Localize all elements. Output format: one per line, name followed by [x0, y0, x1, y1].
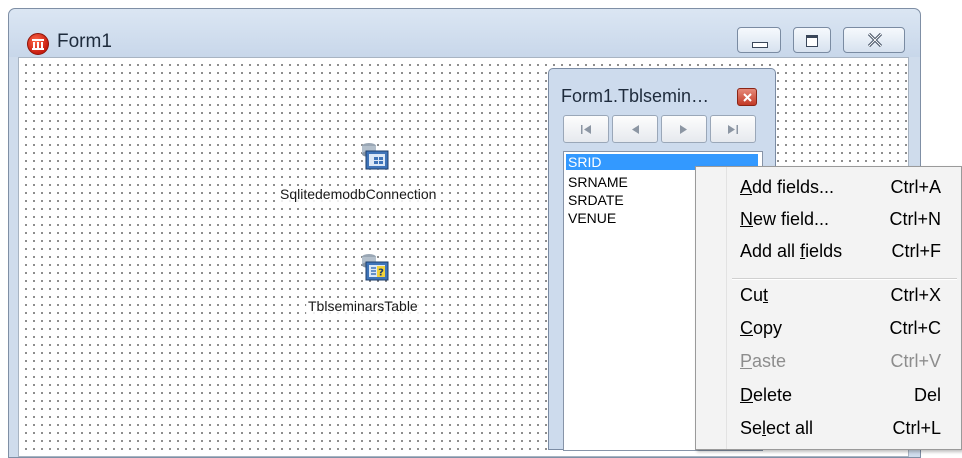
minimize-button[interactable] [737, 27, 781, 53]
form-titlebar[interactable]: Form1 [9, 9, 920, 57]
menu-item-label: Cut [740, 285, 769, 305]
menu-item-label: Select all [740, 418, 814, 438]
menu-item-copy[interactable]: Copy Ctrl+C [740, 313, 945, 345]
prior-record-button[interactable] [612, 115, 658, 143]
menu-item-shortcut: Ctrl+F [891, 241, 942, 261]
menu-item-label: Paste [740, 351, 787, 371]
field-list-item[interactable]: SRNAME [566, 174, 628, 190]
app-icon [27, 33, 49, 55]
maximize-button[interactable] [793, 27, 831, 53]
last-record-button[interactable] [710, 115, 756, 143]
context-menu: Add fields... Ctrl+A New field... Ctrl+N… [695, 166, 962, 450]
close-button[interactable] [843, 27, 905, 53]
menu-item-cut[interactable]: Cut Ctrl+X [740, 280, 945, 312]
menu-item-new-field[interactable]: New field... Ctrl+N [740, 204, 945, 236]
prior-record-icon [632, 125, 639, 134]
menu-item-label: New field... [740, 209, 830, 229]
svg-text:?: ? [378, 268, 384, 279]
component-label: SqlitedemodbConnection [278, 186, 439, 202]
menu-item-shortcut: Ctrl+A [890, 177, 941, 197]
dataset-table-icon[interactable]: ? [360, 251, 390, 281]
component-label: TblseminarsTable [306, 298, 420, 314]
menu-item-shortcut: Ctrl+V [890, 351, 941, 371]
next-record-button[interactable] [661, 115, 707, 143]
menu-item-shortcut: Ctrl+C [889, 318, 941, 338]
menu-item-label: Add fields... [740, 177, 835, 197]
menu-item-shortcut: Ctrl+L [892, 418, 941, 438]
menu-item-shortcut: Ctrl+X [890, 285, 941, 305]
menu-item-label: Delete [740, 385, 793, 405]
close-icon [867, 33, 883, 47]
menu-item-paste[interactable]: Paste Ctrl+V [740, 346, 945, 378]
menu-item-shortcut: Ctrl+N [889, 209, 941, 229]
next-record-icon [680, 125, 687, 134]
first-record-icon [581, 125, 591, 134]
last-record-icon [728, 125, 738, 134]
close-icon [743, 93, 752, 102]
database-connection-icon[interactable] [360, 140, 390, 170]
menu-item-add-all-fields[interactable]: Add all fields Ctrl+F [740, 236, 945, 268]
field-list-item[interactable]: SRDATE [566, 192, 624, 208]
first-record-button[interactable] [563, 115, 609, 143]
fields-editor-close-button[interactable] [737, 88, 757, 106]
menu-item-select-all[interactable]: Select all Ctrl+L [740, 413, 945, 445]
window-title: Form1 [57, 31, 112, 52]
menu-item-shortcut: Del [913, 385, 941, 405]
menu-item-label: Add all fields [740, 241, 843, 261]
menu-item-delete[interactable]: Delete Del [740, 380, 945, 412]
field-list-item[interactable]: VENUE [566, 210, 616, 226]
menu-item-add-fields[interactable]: Add fields... Ctrl+A [740, 172, 945, 204]
menu-gutter [726, 167, 727, 449]
fields-editor-title: Form1.Tblsemin… [561, 86, 710, 106]
menu-item-label: Copy [740, 318, 783, 338]
